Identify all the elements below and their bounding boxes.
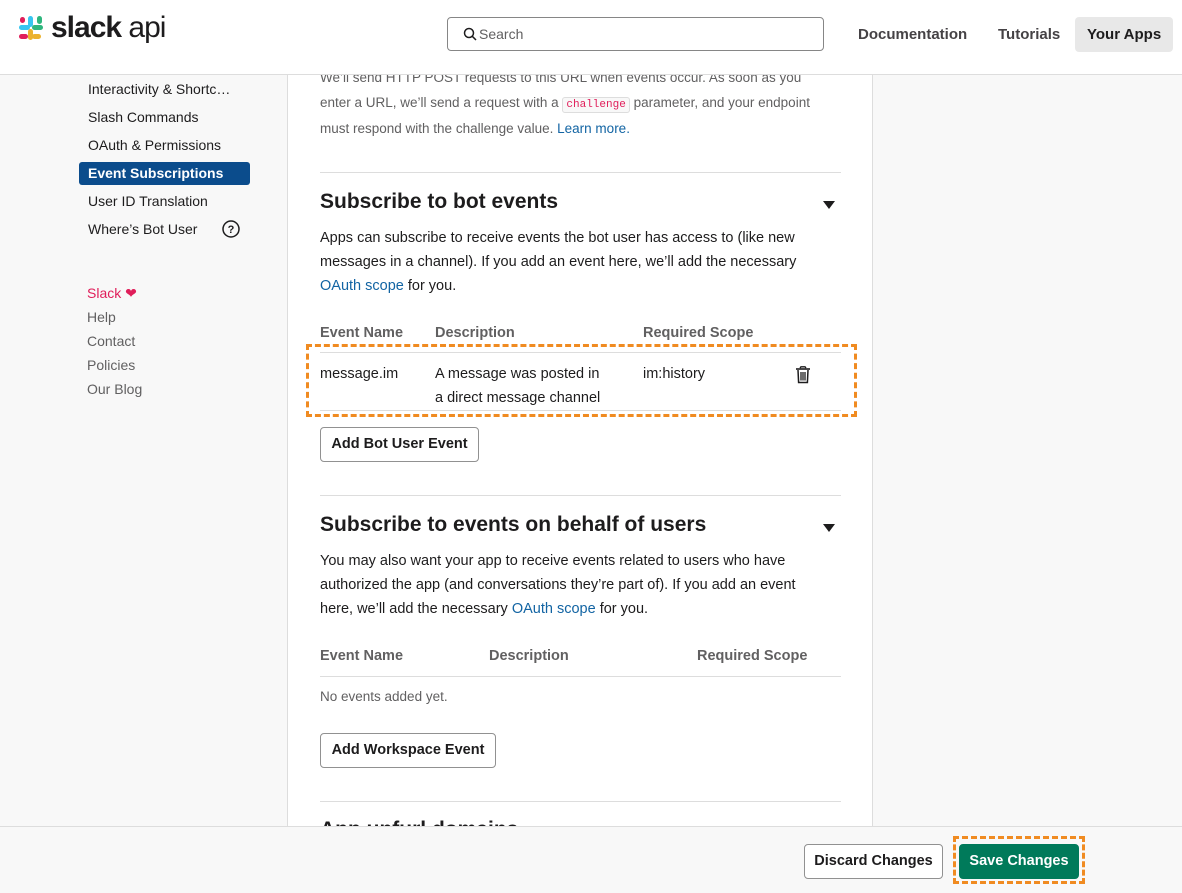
nav-documentation[interactable]: Documentation	[846, 17, 979, 52]
sidebar-item-event-subscriptions[interactable]: Event Subscriptions	[79, 162, 250, 185]
logo-wordmark: slack api	[51, 11, 166, 44]
request-url-text-2: enter a URL, we’ll send a request with a…	[320, 94, 810, 113]
sidebar-item-interactivity[interactable]: Interactivity & Shortc…	[79, 78, 250, 101]
collapse-caret-icon[interactable]	[823, 201, 835, 209]
top-header: slack api Documentation Tutorials Your A…	[0, 0, 1182, 75]
column-required-scope: Required Scope	[643, 325, 754, 341]
sidebar-item-oauth[interactable]: OAuth & Permissions	[79, 134, 250, 157]
request-url-text-3: must respond with the challenge value. L…	[320, 121, 630, 136]
bot-events-title: Subscribe to bot events	[320, 190, 559, 213]
slack-logo-icon	[19, 16, 43, 40]
user-events-title: Subscribe to events on behalf of users	[320, 513, 707, 536]
column-required-scope: Required Scope	[697, 648, 808, 664]
column-event-name: Event Name	[320, 325, 404, 341]
section-divider	[320, 172, 841, 173]
highlight-event-row	[306, 344, 857, 417]
oauth-scope-link[interactable]: OAuth scope	[512, 601, 596, 617]
sidebar-item-user-id-translation[interactable]: User ID Translation	[79, 190, 250, 213]
column-description: Description	[435, 325, 515, 341]
empty-events-message: No events added yet.	[320, 689, 448, 704]
nav-your-apps[interactable]: Your Apps	[1075, 17, 1174, 52]
add-workspace-event-button[interactable]: Add Workspace Event	[320, 733, 496, 768]
request-url-description: We’ll send HTTP POST requests to this UR…	[320, 66, 850, 142]
footer-policies-link[interactable]: Policies	[87, 356, 135, 374]
search-icon	[463, 27, 477, 41]
help-icon[interactable]: ?	[222, 220, 240, 238]
section-divider	[320, 495, 841, 496]
section-divider	[320, 801, 841, 802]
oauth-scope-link[interactable]: OAuth scope	[320, 278, 404, 294]
add-bot-user-event-button[interactable]: Add Bot User Event	[320, 427, 479, 462]
highlight-save-button	[953, 836, 1085, 884]
sidebar-item-slash-commands[interactable]: Slash Commands	[79, 106, 250, 129]
svg-text:?: ?	[228, 224, 235, 236]
table-header-divider	[320, 676, 841, 677]
learn-more-link[interactable]: Learn more.	[557, 121, 630, 136]
heart-icon: ❤	[125, 285, 137, 301]
footer-blog-link[interactable]: Our Blog	[87, 380, 142, 398]
footer-contact-link[interactable]: Contact	[87, 332, 135, 350]
collapse-caret-icon[interactable]	[823, 524, 835, 532]
bottom-action-bar: Discard Changes Save Changes	[0, 826, 1182, 893]
challenge-code: challenge	[562, 96, 630, 113]
slack-api-logo[interactable]: slack api	[17, 11, 166, 44]
discard-changes-button[interactable]: Discard Changes	[804, 844, 943, 879]
footer-slack-label: Slack	[87, 285, 122, 301]
search-input[interactable]	[477, 25, 801, 43]
sidebar-item-wheres-bot-user[interactable]: Where’s Bot User	[79, 218, 214, 241]
bot-events-description: Apps can subscribe to receive events the…	[320, 230, 797, 294]
nav-tutorials[interactable]: Tutorials	[986, 17, 1072, 52]
user-events-description: You may also want your app to receive ev…	[320, 553, 796, 617]
search-box[interactable]	[447, 17, 824, 51]
column-event-name: Event Name	[320, 648, 404, 664]
column-description: Description	[489, 648, 569, 664]
footer-slack-love[interactable]: Slack ❤	[87, 284, 137, 302]
footer-help-link[interactable]: Help	[87, 308, 116, 326]
